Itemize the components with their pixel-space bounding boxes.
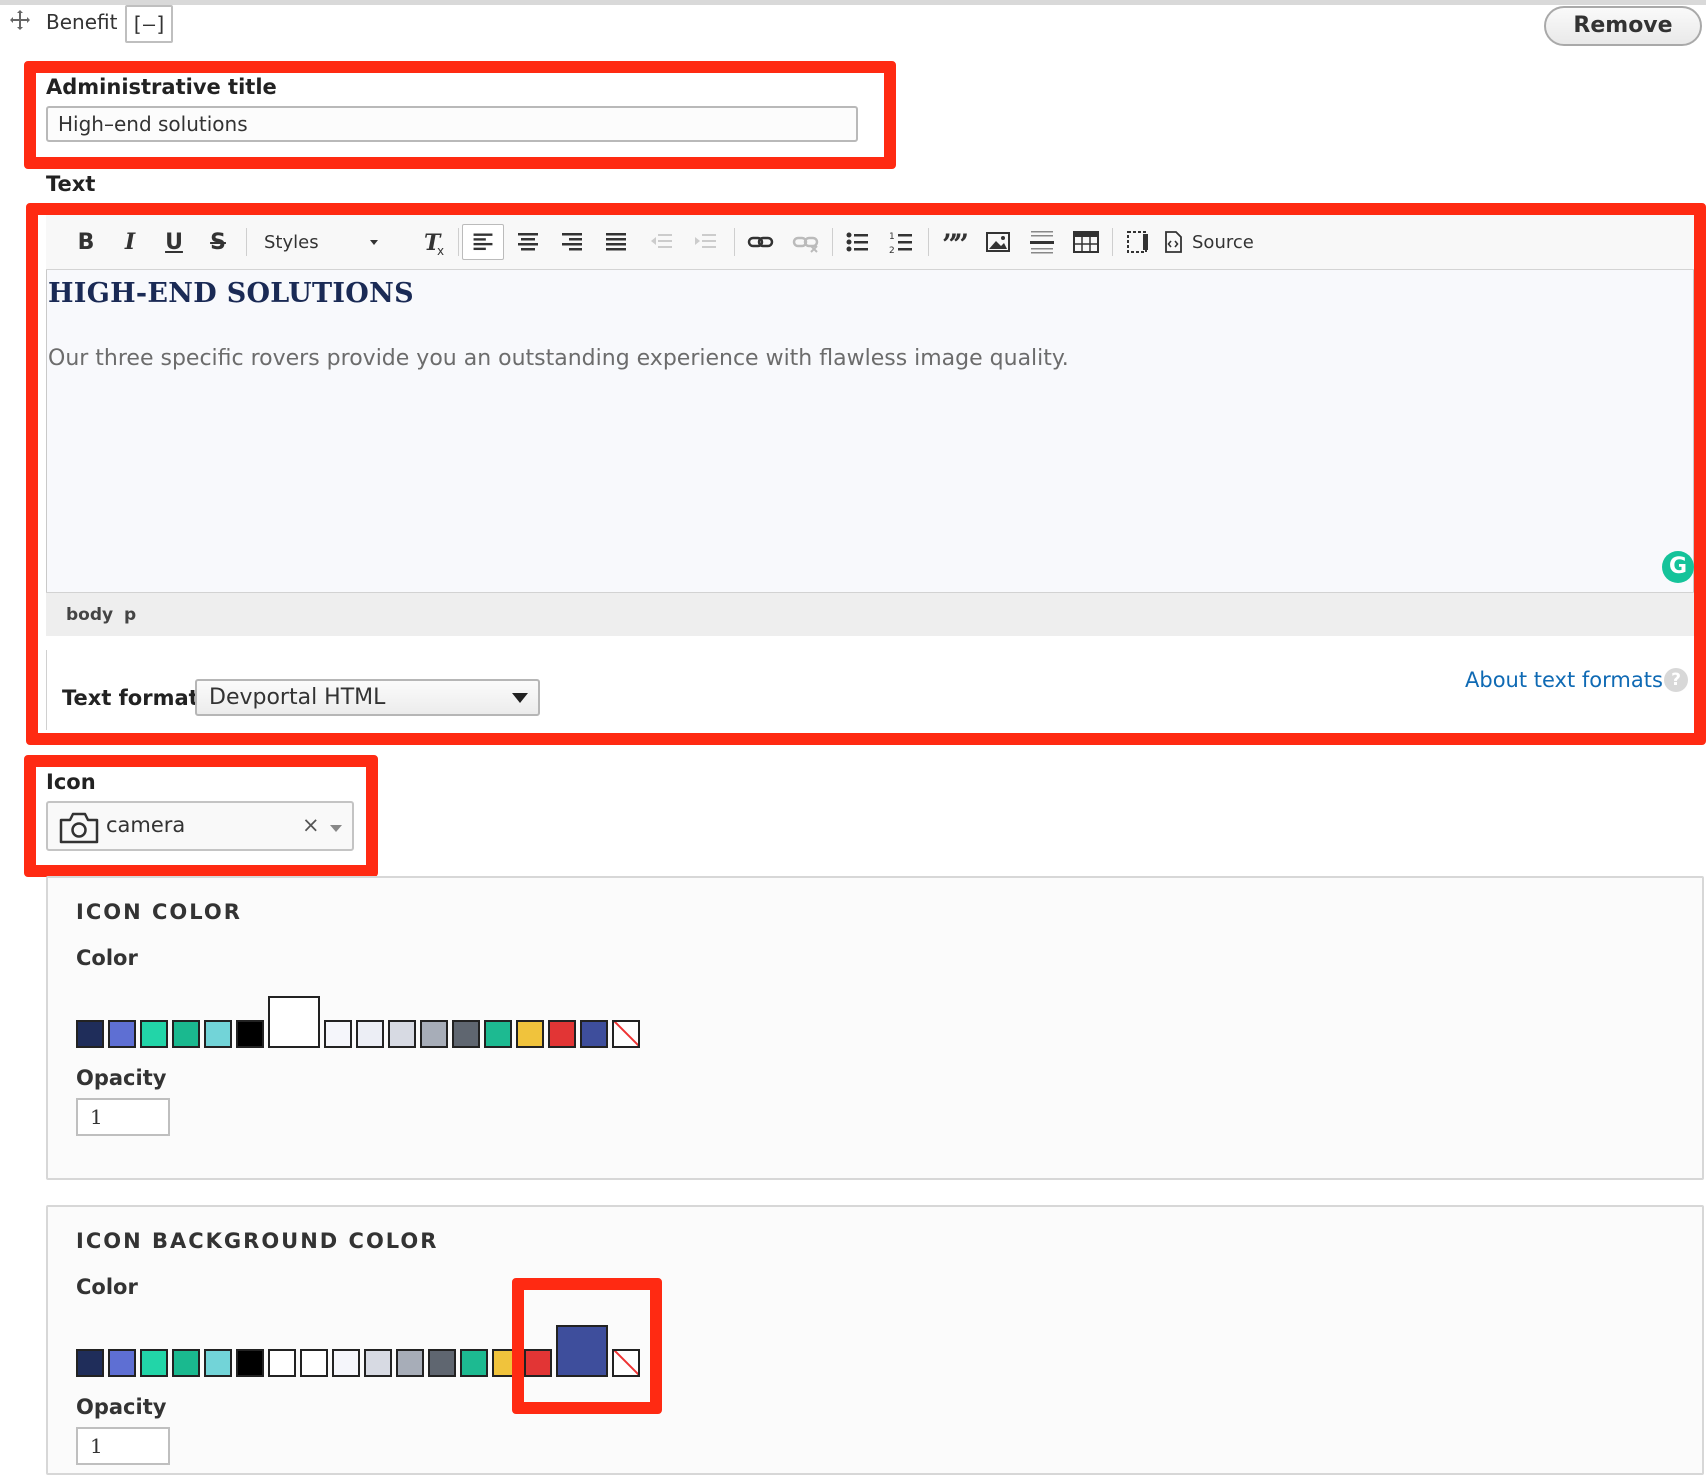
- icon-color-swatch[interactable]: [76, 1020, 104, 1048]
- icon-bg-color-swatch[interactable]: [332, 1349, 360, 1377]
- icon-color-swatch-none[interactable]: [612, 1020, 640, 1048]
- icon-color-swatch[interactable]: [236, 1020, 264, 1048]
- icon-select[interactable]: camera ×: [46, 801, 354, 851]
- icon-color-swatch[interactable]: [140, 1020, 168, 1048]
- icon-color-label: Color: [76, 946, 138, 970]
- icon-color-swatch[interactable]: [420, 1020, 448, 1048]
- icon-color-swatch[interactable]: [204, 1020, 232, 1048]
- icon-color-swatch[interactable]: [548, 1020, 576, 1048]
- remove-button[interactable]: Remove: [1544, 6, 1702, 46]
- icon-bg-color-fieldset: ICON BACKGROUND COLOR Color Opacity 1: [46, 1205, 1704, 1475]
- icon-bg-color-swatch[interactable]: [364, 1349, 392, 1377]
- icon-bg-color-swatch[interactable]: [76, 1349, 104, 1377]
- icon-color-swatch[interactable]: [580, 1020, 608, 1048]
- icon-color-swatch[interactable]: [172, 1020, 200, 1048]
- icon-opacity-label: Opacity: [76, 1066, 167, 1090]
- top-divider: [0, 0, 1706, 5]
- icon-bg-color-swatch[interactable]: [460, 1349, 488, 1377]
- highlight-text-editor: [26, 203, 1706, 745]
- icon-bg-color-swatch[interactable]: [236, 1349, 264, 1377]
- drag-handle-icon[interactable]: [8, 8, 32, 32]
- icon-bg-opacity-label: Opacity: [76, 1395, 167, 1419]
- icon-color-swatch[interactable]: [324, 1020, 352, 1048]
- icon-bg-color-swatch[interactable]: [396, 1349, 424, 1377]
- icon-opacity-input[interactable]: 1: [76, 1098, 170, 1136]
- icon-bg-color-swatch[interactable]: [268, 1349, 296, 1377]
- icon-color-swatch[interactable]: [516, 1020, 544, 1048]
- icon-color-fieldset: ICON COLOR Color Opacity 1: [46, 876, 1704, 1180]
- admin-title-label: Administrative title: [46, 75, 277, 99]
- collapse-button[interactable]: [–]: [125, 5, 173, 43]
- icon-bg-color-swatch[interactable]: [140, 1349, 168, 1377]
- admin-title-input[interactable]: High–end solutions: [46, 106, 858, 142]
- row-label: Benefit: [46, 10, 118, 34]
- icon-color-swatches: [76, 992, 644, 1048]
- icon-select-value: camera: [106, 813, 186, 837]
- icon-bg-color-swatch[interactable]: [300, 1349, 328, 1377]
- icon-color-swatch[interactable]: [108, 1020, 136, 1048]
- icon-color-swatch[interactable]: [452, 1020, 480, 1048]
- text-field-label: Text: [46, 172, 96, 196]
- icon-bg-color-legend: ICON BACKGROUND COLOR: [76, 1229, 439, 1253]
- icon-field-label: Icon: [46, 770, 96, 794]
- icon-color-swatch[interactable]: [356, 1020, 384, 1048]
- clear-icon[interactable]: ×: [302, 813, 320, 837]
- icon-bg-opacity-input[interactable]: 1: [76, 1427, 170, 1465]
- icon-bg-color-swatch[interactable]: [204, 1349, 232, 1377]
- icon-bg-color-label: Color: [76, 1275, 138, 1299]
- icon-color-swatch[interactable]: [388, 1020, 416, 1048]
- icon-color-swatch[interactable]: [484, 1020, 512, 1048]
- icon-bg-color-swatch[interactable]: [172, 1349, 200, 1377]
- chevron-down-icon[interactable]: [330, 825, 342, 832]
- icon-bg-color-swatch[interactable]: [108, 1349, 136, 1377]
- camera-icon: [59, 812, 99, 844]
- icon-color-legend: ICON COLOR: [76, 900, 242, 924]
- highlight-bg-selected-swatch: [512, 1278, 662, 1414]
- icon-bg-color-swatch[interactable]: [428, 1349, 456, 1377]
- icon-color-swatch[interactable]: [268, 996, 320, 1048]
